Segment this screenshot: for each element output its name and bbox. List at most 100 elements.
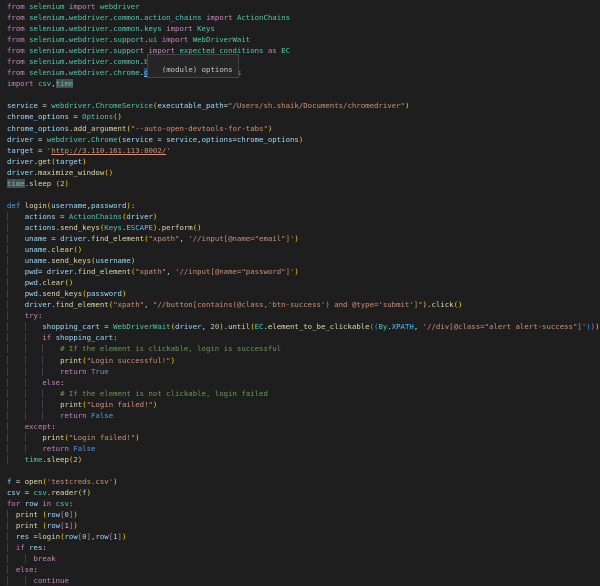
- code-line[interactable]: else:: [7, 377, 600, 388]
- code-line[interactable]: print("Login failed!"): [7, 399, 600, 410]
- indent-guide: [25, 554, 34, 563]
- code-line[interactable]: [7, 465, 600, 476]
- indent-guide: [7, 422, 25, 431]
- indent-guide: [7, 444, 25, 453]
- code-line[interactable]: service = webdriver.ChromeService(execut…: [7, 100, 600, 111]
- code-line[interactable]: from selenium.webdriver.support import e…: [7, 45, 600, 56]
- code-line[interactable]: uname.send_keys(username): [7, 255, 600, 266]
- code-line[interactable]: print (row[1]): [7, 520, 600, 531]
- indent-guide: [7, 378, 25, 387]
- code-line[interactable]: uname = driver.find_element("xpath", '//…: [7, 233, 600, 244]
- code-line[interactable]: target = 'http://3.110.161.113:8002/': [7, 145, 600, 156]
- url-link[interactable]: http://3.110.161.113:8002/: [51, 146, 166, 155]
- code-line[interactable]: def login(username,password):: [7, 200, 600, 211]
- code-line[interactable]: print (row[0]): [7, 509, 600, 520]
- code-line[interactable]: for row in csv:: [7, 498, 600, 509]
- indent-guide: [7, 333, 25, 342]
- code-line[interactable]: if shopping_cart:: [7, 332, 600, 343]
- code-line[interactable]: continue: [7, 575, 600, 586]
- code-line[interactable]: print("Login failed!"): [7, 432, 600, 443]
- code-line[interactable]: return False: [7, 443, 600, 454]
- indent-guide: [7, 554, 25, 563]
- code-line[interactable]: from selenium.webdriver.common.action_ch…: [7, 12, 600, 23]
- code-line[interactable]: pwd= driver.find_element("xpath", '//inp…: [7, 266, 600, 277]
- code-line[interactable]: shopping_cart = WebDriverWait(driver, 20…: [7, 321, 600, 332]
- code-line[interactable]: from selenium.webdriver.common.by import…: [7, 56, 600, 67]
- code-line[interactable]: from selenium.webdriver.support.ui impor…: [7, 34, 600, 45]
- indent-guide: [7, 411, 25, 420]
- indent-guide: [25, 400, 43, 409]
- indent-guide: [42, 344, 60, 353]
- code-line[interactable]: import csv,time: [7, 78, 600, 89]
- indent-guide: [7, 300, 25, 309]
- indent-guide: [7, 278, 25, 287]
- code-line[interactable]: # If the element is clickable, login is …: [7, 343, 600, 354]
- indent-guide: [42, 400, 60, 409]
- code-line[interactable]: chrome_options.add_argument("--auto-open…: [7, 123, 600, 134]
- code-line[interactable]: driver.find_element("xpath", "//button[c…: [7, 299, 600, 310]
- code-line[interactable]: time.sleep(2): [7, 454, 600, 465]
- indent-guide: [7, 543, 16, 552]
- code-line[interactable]: return False: [7, 410, 600, 421]
- indent-guide: [7, 521, 16, 530]
- indent-guide: [7, 311, 25, 320]
- indent-guide: [7, 289, 25, 298]
- indent-guide: [25, 444, 43, 453]
- indent-guide: [7, 433, 25, 442]
- indent-guide: [7, 256, 25, 265]
- indent-guide: [42, 356, 60, 365]
- code-line[interactable]: print("Login successful!"): [7, 355, 600, 366]
- indent-guide: [7, 400, 25, 409]
- indent-guide: [7, 356, 25, 365]
- indent-guide: [7, 389, 25, 398]
- indent-guide: [25, 344, 43, 353]
- indent-guide: [7, 576, 25, 585]
- code-line[interactable]: from selenium.webdriver.common.keys impo…: [7, 23, 600, 34]
- indent-guide: [7, 510, 16, 519]
- indent-guide: [7, 367, 25, 376]
- code-line[interactable]: driver.get(target): [7, 156, 600, 167]
- code-line[interactable]: f = open('testcreds.csv'): [7, 476, 600, 487]
- code-line[interactable]: csv = csv.reader(f): [7, 487, 600, 498]
- code-line[interactable]: if res:: [7, 542, 600, 553]
- indent-guide: [7, 234, 25, 243]
- code-line[interactable]: driver = webdriver.Chrome(service = serv…: [7, 134, 600, 145]
- code-line[interactable]: break: [7, 553, 600, 564]
- code-line[interactable]: [7, 189, 600, 200]
- indent-guide: [42, 367, 60, 376]
- indent-guide: [25, 356, 43, 365]
- code-line[interactable]: pwd.clear(): [7, 277, 600, 288]
- indent-guide: [7, 565, 16, 574]
- code-line[interactable]: else:: [7, 564, 600, 575]
- indent-guide: [42, 411, 60, 420]
- indent-guide: [7, 245, 25, 254]
- hover-tooltip: (module) options: [147, 54, 239, 78]
- indent-guide: [42, 389, 60, 398]
- indent-guide: [25, 367, 43, 376]
- code-line[interactable]: driver.maximize_window(): [7, 167, 600, 178]
- code-editor[interactable]: from selenium import webdriverfrom selen…: [0, 0, 600, 579]
- hover-tooltip-text: (module) options: [162, 65, 233, 74]
- code-line[interactable]: time.sleep (2): [7, 178, 600, 189]
- code-line[interactable]: return True: [7, 366, 600, 377]
- indent-guide: [25, 378, 43, 387]
- code-line[interactable]: from selenium import webdriver: [7, 1, 600, 12]
- code-line[interactable]: chrome_options = Options(): [7, 111, 600, 122]
- indent-guide: [7, 223, 25, 232]
- code-line[interactable]: from selenium.webdriver.chrome.options i…: [7, 67, 600, 78]
- code-line[interactable]: [7, 89, 600, 100]
- code-line[interactable]: except:: [7, 421, 600, 432]
- indent-guide: [25, 333, 43, 342]
- code-line[interactable]: actions.send_keys(Keys.ESCAPE).perform(): [7, 222, 600, 233]
- code-line[interactable]: # If the element is not clickable, login…: [7, 388, 600, 399]
- code-line[interactable]: uname.clear(): [7, 244, 600, 255]
- indent-guide: [7, 344, 25, 353]
- indent-guide: [7, 322, 25, 331]
- indent-guide: [7, 267, 25, 276]
- code-line[interactable]: pwd.send_keys(password): [7, 288, 600, 299]
- code-line[interactable]: try:: [7, 310, 600, 321]
- indent-guide: [25, 433, 43, 442]
- indent-guide: [7, 532, 16, 541]
- code-line[interactable]: actions = ActionChains(driver): [7, 211, 600, 222]
- code-line[interactable]: res =login(row[0],row[1]): [7, 531, 600, 542]
